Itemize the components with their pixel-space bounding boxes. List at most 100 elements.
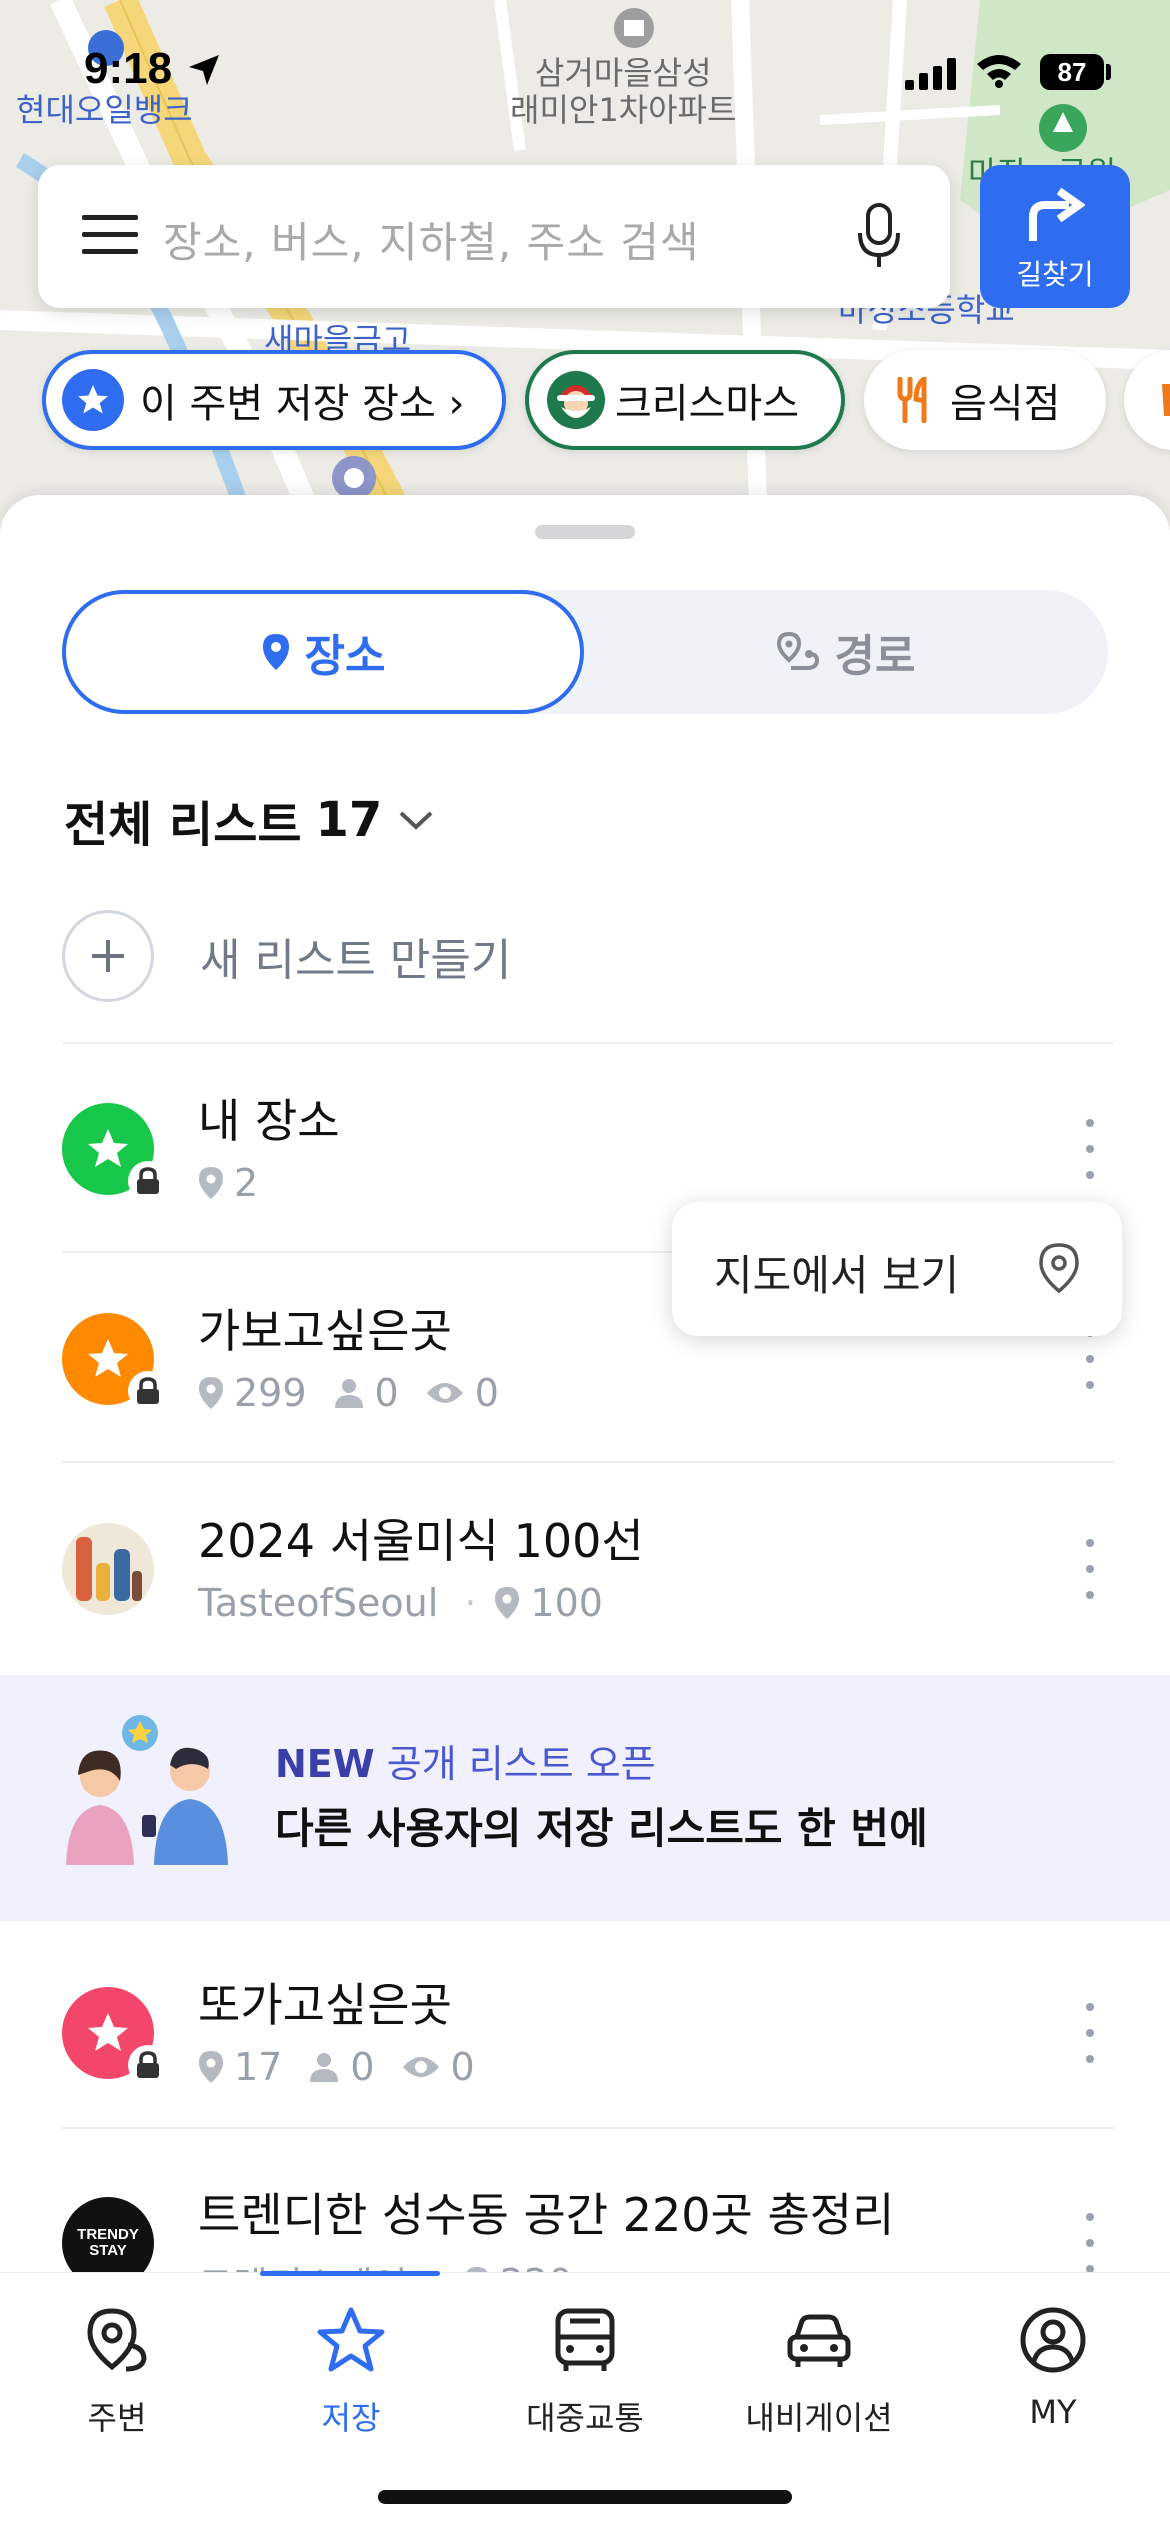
list-title: 내 장소 <box>198 1094 340 1148</box>
status-bar: 9:18 87 <box>0 0 1170 140</box>
active-tab-indicator <box>260 2271 440 2276</box>
nav-item-saved[interactable]: 저장 <box>234 2305 468 2439</box>
list-meta: 17 0 0 <box>198 2045 501 2089</box>
location-arrow-icon <box>189 55 219 85</box>
place-count-icon <box>199 2051 223 2083</box>
cellular-signal-icon <box>905 58 956 90</box>
people-sharing-illustration <box>66 1715 228 1865</box>
view-on-map-popover[interactable]: 지도에서 보기 <box>672 1202 1122 1336</box>
home-indicator[interactable] <box>378 2490 792 2504</box>
place-count: 299 <box>234 1371 307 1415</box>
list-item[interactable]: 2024 서울미식 100선 TasteofSeoul · 100 <box>0 1463 1170 1671</box>
nav-item-nearby[interactable]: 주변 <box>0 2305 234 2439</box>
list-meta: 299 0 0 <box>198 1371 525 1415</box>
place-count: 100 <box>530 1581 603 1625</box>
place-count-icon <box>199 1167 223 1199</box>
saved-lists-sheet: 장소 경로 전체 리스트 17 새 리스트 만들기 내 장소 2 가보고싶은곳 … <box>0 495 1170 2275</box>
banner-line-1-text: 공개 리스트 오픈 <box>386 1742 656 1786</box>
place-count: 17 <box>234 2045 283 2089</box>
bus-icon <box>555 2308 615 2371</box>
map-view[interactable]: 현대오일뱅크 삼거마을삼성 래미안1차아파트 새마을금고 마성소등학교 마장..… <box>0 0 1170 560</box>
chip-nearby-saved-label: 이 주변 저장 장소 › <box>140 381 465 427</box>
all-lists-label: 전체 리스트 <box>64 797 302 853</box>
star-outline-icon <box>317 2307 385 2372</box>
profile-icon <box>1020 2307 1086 2373</box>
microphone-icon[interactable] <box>856 203 902 269</box>
nav-item-my[interactable]: MY <box>936 2305 1170 2431</box>
nav-label-transit: 대중교통 <box>526 2399 644 2437</box>
banner-new-tag: NEW <box>275 1742 375 1786</box>
santa-icon <box>547 371 605 429</box>
cafe-icon <box>1162 384 1170 416</box>
nearby-pin-icon <box>87 2308 147 2372</box>
fork-knife-icon <box>897 377 927 423</box>
saved-type-segment: 장소 경로 <box>62 590 1108 714</box>
map-pin-icon <box>262 634 289 670</box>
battery-indicator: 87 <box>1040 54 1104 90</box>
route-icon <box>776 632 819 670</box>
view-eye-icon <box>402 2057 439 2077</box>
chip-more[interactable] <box>1124 350 1170 450</box>
directions-button[interactable]: 길찾기 <box>980 165 1130 308</box>
create-new-list-label: 새 리스트 만들기 <box>200 935 512 986</box>
nav-label-navigation: 내비게이션 <box>745 2399 893 2437</box>
view-count: 0 <box>474 1371 499 1415</box>
list-title: 또가고싶은곳 <box>198 1978 452 2032</box>
all-lists-count: 17 <box>315 792 383 848</box>
search-bar[interactable]: 장소, 버스, 지하철, 주소 검색 <box>38 165 950 308</box>
chip-nearby-saved[interactable]: 이 주변 저장 장소 › <box>42 350 506 450</box>
chevron-down-icon <box>399 811 433 830</box>
chip-restaurant-label: 음식점 <box>950 381 1061 427</box>
more-options-icon[interactable] <box>1080 1329 1100 1389</box>
banner-line-1: NEW 공개 리스트 오픈 <box>275 1733 656 1788</box>
all-lists-dropdown[interactable]: 전체 리스트 17 <box>64 785 434 855</box>
more-options-icon[interactable] <box>1080 1119 1100 1179</box>
lock-icon <box>128 1161 168 1201</box>
create-new-list-button[interactable]: 새 리스트 만들기 <box>62 910 511 1002</box>
place-count-icon <box>495 1587 520 1619</box>
follower-icon <box>334 1379 363 1408</box>
meta-separator: · <box>464 1581 477 1625</box>
list-author: TasteofSeoul <box>198 1581 439 1625</box>
place-count-icon <box>199 1377 223 1409</box>
nav-item-navigation[interactable]: 내비게이션 <box>702 2305 936 2439</box>
map-pin-outline-icon <box>1039 1243 1079 1294</box>
filter-chips: 이 주변 저장 장소 › 크리스마스 음식점 <box>0 350 1170 454</box>
divider <box>62 2127 1114 2129</box>
list-title: 가보고싶은곳 <box>198 1304 452 1358</box>
list-item[interactable]: TRENDY STAY 트렌디한 성수동 공간 220곳 총정리 트렌디스테이 … <box>0 2137 1170 2275</box>
tab-place[interactable]: 장소 <box>62 590 584 714</box>
nav-item-transit[interactable]: 대중교통 <box>468 2305 702 2439</box>
chip-restaurant[interactable]: 음식점 <box>864 350 1106 450</box>
sheet-grabber[interactable] <box>535 525 635 539</box>
lock-icon <box>128 2045 168 2085</box>
public-list-banner[interactable]: NEW 공개 리스트 오픈 다른 사용자의 저장 리스트도 한 번에 <box>0 1675 1170 1921</box>
list-item[interactable]: 또가고싶은곳 17 0 0 <box>0 1927 1170 2135</box>
follower-count: 0 <box>374 1371 399 1415</box>
list-cover-thumbnail <box>62 1523 154 1615</box>
chip-christmas[interactable]: 크리스마스 <box>525 350 845 450</box>
star-icon <box>62 369 124 431</box>
menu-icon[interactable] <box>82 213 138 257</box>
tab-place-label: 장소 <box>304 631 386 682</box>
directions-label: 길찾기 <box>1016 258 1094 291</box>
view-on-map-label: 지도에서 보기 <box>714 1251 960 1300</box>
follower-count: 0 <box>350 2045 375 2089</box>
view-count: 0 <box>450 2045 475 2089</box>
more-options-icon[interactable] <box>1080 2213 1100 2273</box>
follower-icon <box>310 2053 339 2082</box>
list-meta: 2 <box>198 1161 284 1205</box>
car-icon <box>787 2314 851 2367</box>
lock-icon <box>128 1371 168 1411</box>
wifi-icon <box>977 55 1021 88</box>
nav-label-nearby: 주변 <box>87 2399 147 2437</box>
more-options-icon[interactable] <box>1080 2003 1100 2063</box>
search-input[interactable]: 장소, 버스, 지하철, 주소 검색 <box>163 209 700 270</box>
more-options-icon[interactable] <box>1080 1539 1100 1599</box>
battery-tip <box>1106 64 1111 80</box>
tab-route[interactable]: 경로 <box>584 590 1108 714</box>
banner-line-2: 다른 사용자의 저장 리스트도 한 번에 <box>275 1804 928 1853</box>
chip-christmas-label: 크리스마스 <box>615 381 799 427</box>
list-title: 2024 서울미식 100선 <box>198 1514 644 1568</box>
plus-icon <box>62 910 154 1002</box>
